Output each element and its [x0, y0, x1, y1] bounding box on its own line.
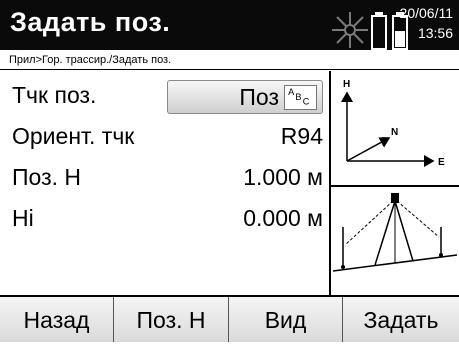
view-softkey[interactable]: Вид — [229, 297, 343, 342]
date: 20/06/11 — [399, 5, 453, 21]
orientation-value[interactable]: R94 — [281, 123, 323, 150]
datetime: 20/06/11 13:56 — [400, 3, 453, 43]
field-row-station: Тчк поз. Поз A B C — [0, 77, 329, 117]
softkey-bar: Назад Поз. Н Вид Задать — [0, 295, 459, 342]
height-label: Поз. Н — [12, 164, 81, 190]
set-softkey[interactable]: Задать — [343, 297, 459, 342]
coordinate-diagram: H N E — [341, 79, 445, 168]
n-axis-label: N — [391, 127, 398, 138]
svg-text:A: A — [288, 87, 295, 97]
instrument-setup-diagram — [332, 193, 458, 272]
station-label: Тчк поз. — [12, 82, 97, 108]
time: 13:56 — [417, 25, 453, 41]
orientation-label: Ориент. тчк — [12, 123, 135, 149]
field-row-height: Поз. Н 1.000 м — [0, 159, 329, 199]
back-softkey[interactable]: Назад — [0, 297, 114, 342]
sight-line-left — [344, 200, 394, 246]
breadcrumb: Прил>Гор. трассир./Задать поз. — [0, 50, 459, 70]
height-value[interactable]: 1.000 м — [243, 164, 323, 191]
e-axis-label: E — [438, 157, 445, 168]
svg-text:B: B — [295, 92, 301, 102]
station-height-softkey[interactable]: Поз. Н — [114, 297, 229, 342]
hi-label: Hi — [12, 205, 34, 231]
laser-sun-icon — [332, 12, 368, 48]
hi-value[interactable]: 0.000 м — [243, 205, 323, 232]
input-mode-abc-icon[interactable]: A B C — [284, 85, 317, 110]
page-title: Задать поз. — [10, 7, 171, 37]
field-row-orientation: Ориент. тчк R94 — [0, 118, 329, 158]
form-panel: Тчк поз. Поз A B C Ориент. тчк R94 Поз. … — [0, 71, 329, 295]
field-row-hi: Hi 0.000 м — [0, 200, 329, 240]
title-bar: Задать поз. 20/06/11 13:56 — [0, 0, 459, 50]
sight-line-right — [396, 200, 440, 238]
battery-1-icon — [371, 12, 387, 50]
station-point-button[interactable]: Поз A B C — [167, 80, 323, 114]
h-axis-label: H — [343, 79, 350, 90]
station-value: Поз — [239, 84, 279, 110]
svg-text:C: C — [303, 96, 310, 106]
n-axis — [346, 137, 391, 162]
